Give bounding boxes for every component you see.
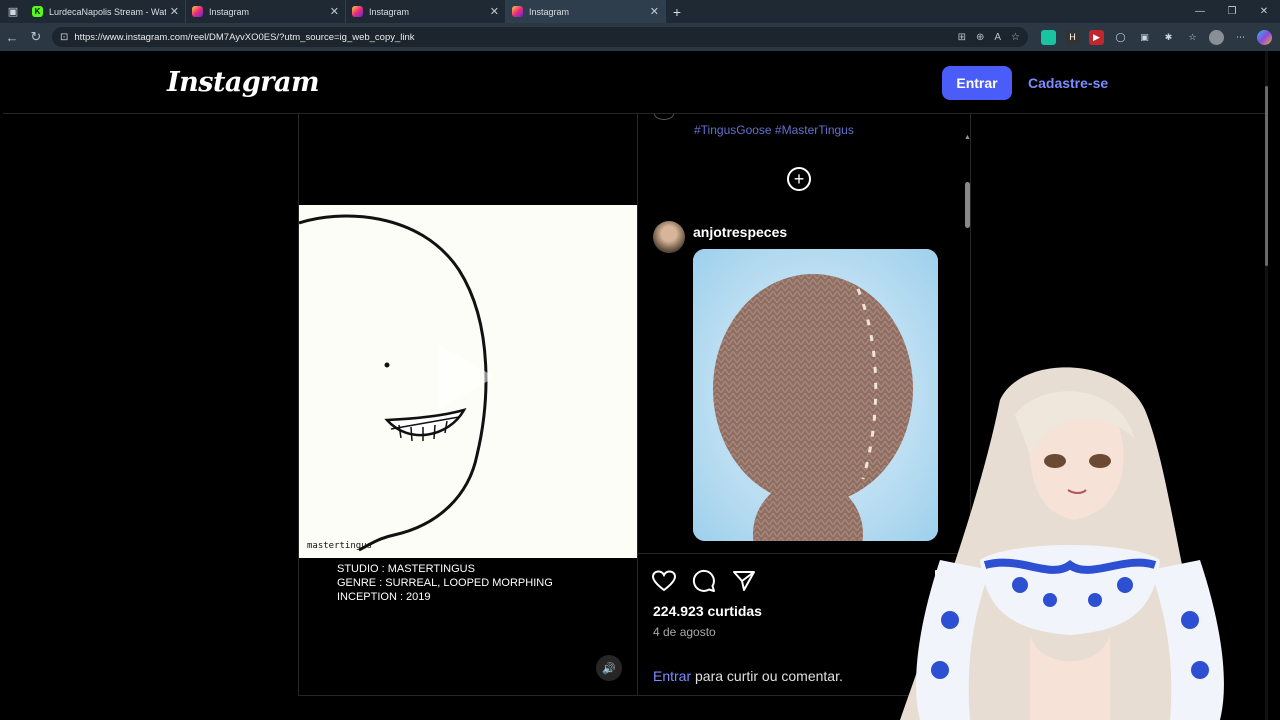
like-heart-icon[interactable] [651, 570, 677, 597]
browser-tab-active[interactable]: Instagram ✕ [506, 0, 666, 23]
share-send-icon[interactable] [732, 569, 756, 598]
url-text[interactable]: https://www.instagram.com/reel/DM7AyvXO0… [74, 32, 957, 43]
close-tab-icon[interactable]: ✕ [330, 5, 339, 18]
scroll-up-icon[interactable]: ▲ [964, 134, 971, 141]
browser-tab-bar: ▣ K LurdecaNapolis Stream - Watch L ✕ In… [0, 0, 1280, 23]
minimize-icon[interactable]: — [1184, 6, 1216, 17]
vtuber-avatar [900, 367, 1224, 720]
tab-title: Instagram [529, 6, 570, 17]
login-link[interactable]: Entrar [653, 668, 691, 684]
post-date[interactable]: 4 de agosto [653, 625, 716, 639]
kick-favicon-icon: K [32, 6, 43, 17]
tab-title: Instagram [369, 6, 410, 17]
tab-title: LurdecaNapolis Stream - Watch L [49, 6, 166, 17]
tab-actions-icon[interactable]: ▣ [0, 0, 26, 23]
browser-tab[interactable]: Instagram ✕ [346, 0, 506, 23]
browser-tab[interactable]: Instagram ✕ [186, 0, 346, 23]
signup-link[interactable]: Cadastre-se [1028, 75, 1108, 91]
speaker-icon: 🔊 [602, 662, 616, 675]
video-caption: STUDIO : MASTERTINGUS GENRE : SURREAL, L… [337, 562, 553, 604]
extension-icon[interactable]: ▣ [1137, 30, 1152, 45]
reel-post: mastertingus STUDIO : MASTERTINGUS GENRE… [298, 114, 973, 696]
favorites-icon[interactable]: ☆ [1185, 30, 1200, 45]
login-prompt: Entrar para curtir ou comentar. [653, 668, 843, 684]
tab-title: Instagram [209, 6, 250, 17]
login-button[interactable]: Entrar [942, 66, 1012, 100]
post-actions [651, 569, 756, 598]
instagram-logo[interactable]: Instagram [167, 67, 320, 98]
zoom-icon[interactable]: ⊕ [976, 32, 984, 43]
audio-toggle-button[interactable]: 🔊 [596, 655, 622, 681]
extension-icon[interactable] [1041, 29, 1056, 45]
page-scrollbar[interactable] [1265, 51, 1268, 720]
window-controls: — ❐ ✕ [1184, 0, 1280, 23]
caption-line: INCEPTION : 2019 [337, 591, 431, 603]
app-available-icon[interactable]: ⊞ [958, 32, 966, 43]
close-window-icon[interactable]: ✕ [1248, 6, 1280, 17]
page-scroll-thumb[interactable] [1265, 86, 1268, 266]
copilot-icon[interactable] [1257, 29, 1272, 45]
avatar[interactable] [653, 221, 685, 253]
comment-bubble-icon[interactable] [692, 569, 716, 598]
close-tab-icon[interactable]: ✕ [650, 5, 659, 18]
refresh-icon[interactable]: ↻ [24, 29, 48, 45]
comment-username[interactable]: anjotrespeces [693, 224, 787, 240]
play-icon[interactable] [439, 345, 495, 409]
vtuber-avatar-overlay [880, 360, 1240, 720]
profile-avatar[interactable] [1209, 29, 1224, 45]
instagram-favicon-icon [192, 6, 203, 17]
hashtag-links[interactable]: #TingusGoose #MasterTingus [694, 123, 854, 137]
close-tab-icon[interactable]: ✕ [170, 5, 179, 18]
extension-icon[interactable]: H [1065, 29, 1080, 45]
back-icon[interactable]: ← [0, 30, 24, 45]
site-info-icon[interactable]: ⊡ [60, 32, 68, 43]
reel-media: mastertingus STUDIO : MASTERTINGUS GENRE… [299, 114, 637, 695]
new-tab-icon[interactable]: + [666, 4, 688, 20]
instagram-favicon-icon [512, 6, 523, 17]
more-options-icon[interactable]: ⋯ [1233, 30, 1248, 45]
caption-line: GENRE : SURREAL, LOOPED MORPHING [337, 577, 553, 589]
comment-avatar [654, 114, 674, 120]
instagram-header: Instagram Entrar Cadastre-se [3, 51, 1268, 114]
video-player[interactable]: mastertingus [299, 205, 637, 558]
favorite-star-icon[interactable]: ☆ [1011, 32, 1020, 43]
likes-count[interactable]: 224.923 curtidas [653, 603, 762, 619]
close-tab-icon[interactable]: ✕ [490, 5, 499, 18]
extension-icon[interactable]: ▶ [1089, 29, 1104, 45]
extensions-bar: H ▶ ◯ ▣ ✱ ☆ ⋯ [1041, 28, 1272, 46]
video-watermark: mastertingus [307, 541, 373, 551]
caption-line: STUDIO : MASTERTINGUS [337, 563, 475, 575]
address-bar[interactable]: ⊡ https://www.instagram.com/reel/DM7AyvX… [52, 27, 1028, 47]
load-more-comments-icon[interactable]: + [787, 167, 811, 191]
extension-icon[interactable]: ◯ [1113, 30, 1128, 45]
read-aloud-icon[interactable]: A [994, 32, 1001, 43]
extensions-icon[interactable]: ✱ [1161, 30, 1176, 45]
browser-tab[interactable]: K LurdecaNapolis Stream - Watch L ✕ [26, 0, 186, 23]
login-prompt-text: para curtir ou comentar. [691, 668, 843, 684]
instagram-favicon-icon [352, 6, 363, 17]
scroll-thumb[interactable] [965, 182, 970, 228]
restore-icon[interactable]: ❐ [1216, 6, 1248, 17]
